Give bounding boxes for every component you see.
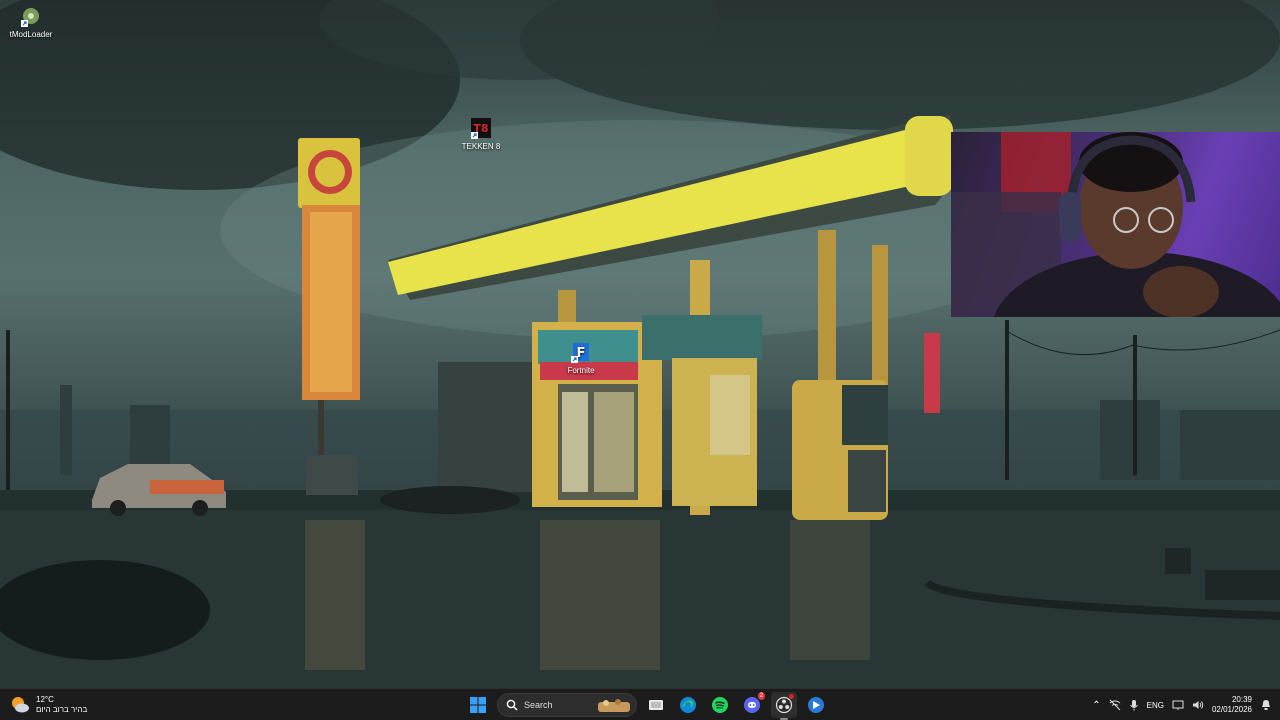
edge-button[interactable] (675, 692, 701, 718)
search-icon (506, 699, 518, 711)
taskbar-search-box[interactable]: Search (497, 693, 637, 717)
edge-icon (680, 697, 696, 713)
language-indicator[interactable]: ENG (1147, 701, 1164, 710)
clock-time: 20:39 (1231, 695, 1252, 704)
desktop-wallpaper (0, 0, 1280, 688)
weather-description: בהיר ברוב היום (36, 705, 88, 714)
network-off-icon[interactable] (1109, 699, 1121, 711)
weather-temperature: 12°C (36, 695, 54, 704)
blue-app-icon (808, 697, 824, 713)
display-icon[interactable] (1172, 699, 1184, 711)
recording-indicator-icon (789, 694, 794, 699)
weather-widget[interactable]: 12°C בהיר ברוב היום (10, 692, 87, 718)
webcam-overlay (951, 132, 1280, 317)
windows-logo-icon (470, 697, 486, 713)
fortnite-icon: F (569, 340, 593, 364)
gas-station-scene (0, 0, 1280, 688)
taskbar-pinned-apps: Search 2 (465, 691, 829, 720)
partly-sunny-icon (12, 697, 29, 713)
blue-app-button[interactable] (803, 692, 829, 718)
notification-icon[interactable] (1260, 699, 1272, 711)
start-button[interactable] (465, 692, 491, 718)
fortnite-shortcut[interactable]: F Fortnite (550, 340, 612, 375)
task-view-icon (649, 700, 663, 710)
clock[interactable]: 20:39 02/01/2026 (1212, 695, 1252, 715)
fortnite-label: Fortnite (567, 366, 595, 375)
spotify-icon (712, 697, 728, 713)
volume-icon[interactable] (1192, 699, 1204, 711)
chevron-up-icon[interactable]: ⌃ (1092, 700, 1100, 711)
task-view-button[interactable] (643, 692, 669, 718)
spotify-button[interactable] (707, 692, 733, 718)
tekken8-icon: T8 (469, 116, 493, 140)
search-placeholder: Search (524, 700, 553, 710)
obs-button[interactable] (771, 692, 797, 720)
webcam-person (951, 132, 1280, 317)
discord-notification-badge: 2 (757, 692, 765, 700)
system-tray: ⌃ ENG 20:39 02/01/2026 (1092, 691, 1272, 719)
tmodloader-shortcut[interactable]: tModLoader (0, 4, 62, 39)
tekken8-label: TEKKEN 8 (461, 142, 501, 151)
microphone-icon[interactable] (1129, 699, 1139, 711)
tmodloader-icon (19, 4, 43, 28)
tmodloader-label: tModLoader (9, 30, 53, 39)
search-highlight-icon (598, 699, 630, 712)
tekken8-shortcut[interactable]: T8 TEKKEN 8 (450, 116, 512, 151)
clock-date: 02/01/2026 (1211, 705, 1252, 714)
taskbar: 12°C בהיר ברוב היום Search 2 ⌃ ENG 20:39… (0, 688, 1280, 720)
discord-button[interactable]: 2 (739, 692, 765, 718)
